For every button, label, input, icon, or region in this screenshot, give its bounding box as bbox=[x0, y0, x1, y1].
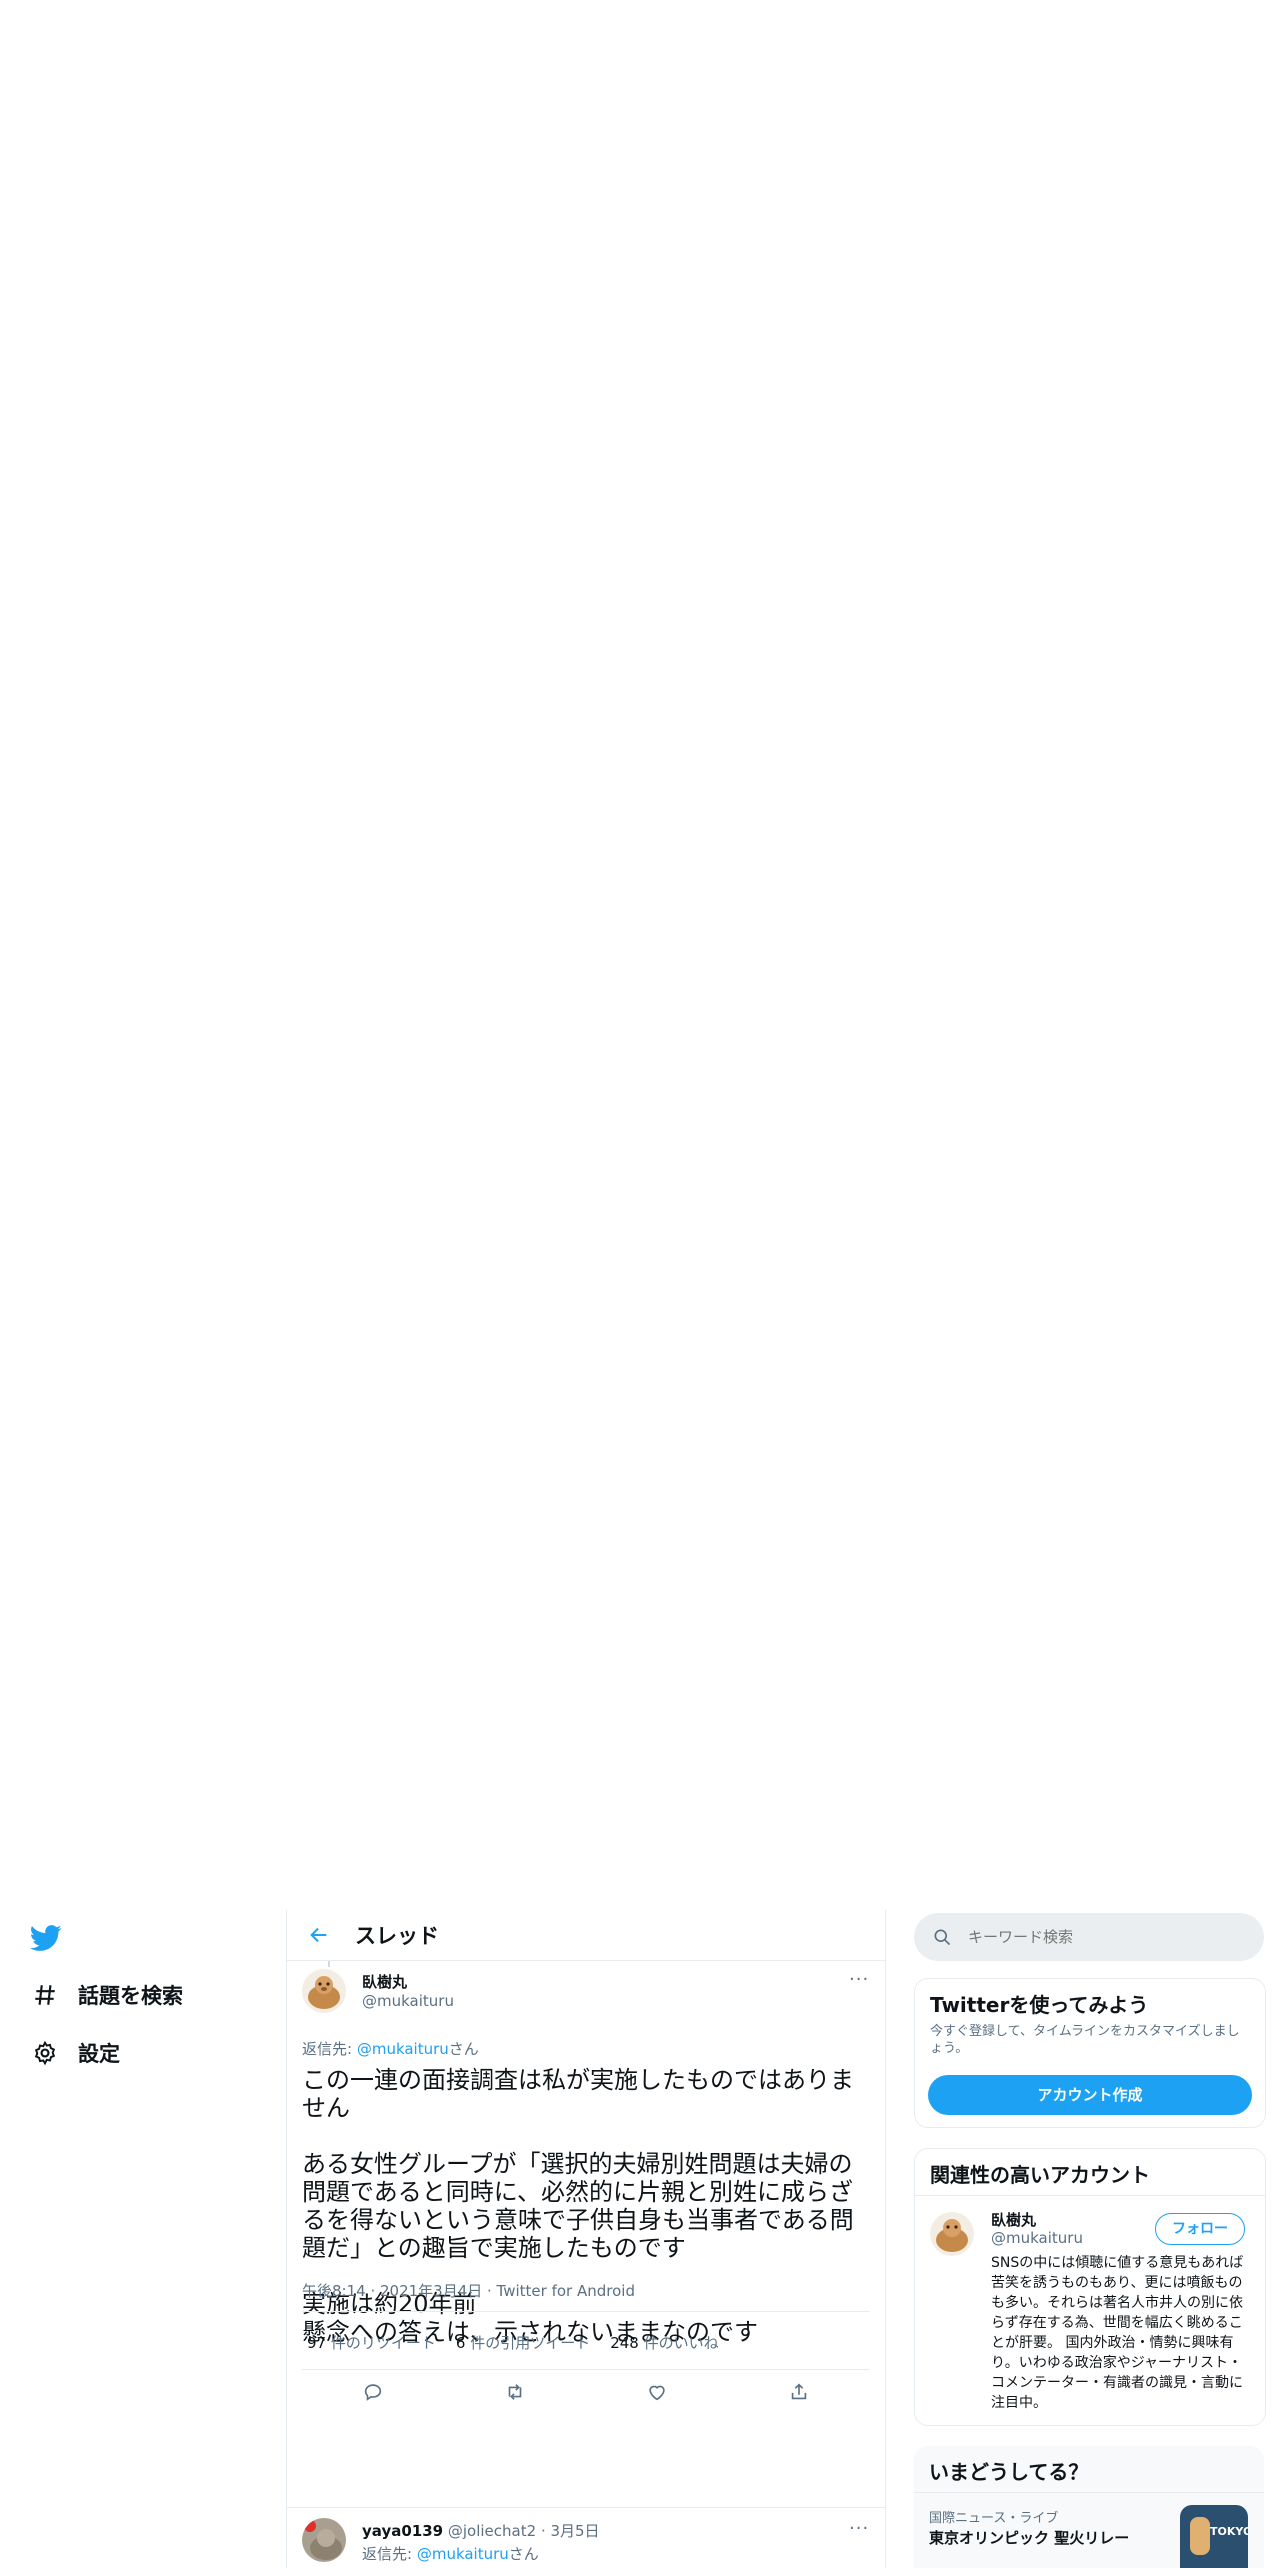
trend-category: 国際ニュース・ライブ bbox=[929, 2511, 1059, 2526]
trend-item[interactable]: 国際ニュース・ライブ 東京オリンピック 聖火リレー TOKYO bbox=[914, 2493, 1264, 2568]
reply-to-line: 返信先: @mukaituruさん bbox=[302, 2038, 479, 2059]
quotes-stat[interactable]: 6 件の引用ツイート bbox=[456, 2332, 590, 2353]
signup-title: Twitterを使ってみよう bbox=[930, 1993, 1149, 2017]
nav-settings-label: 設定 bbox=[78, 2042, 120, 2066]
signup-description: 今すぐ登録して、タイムラインをカスタマイズしましょう。 bbox=[930, 2024, 1240, 2056]
reply-to-link[interactable]: @mukaituru bbox=[357, 2040, 449, 2058]
related-handle[interactable]: @mukaituru bbox=[991, 2229, 1083, 2247]
create-account-button[interactable]: アカウント作成 bbox=[928, 2075, 1252, 2115]
avatar[interactable] bbox=[930, 2212, 974, 2256]
nav-explore[interactable]: 話題を検索 bbox=[32, 1977, 183, 2013]
thread-column: スレッド 臥樹丸 @mukaituru ··· 返信先: @mukaituruさ… bbox=[286, 1910, 886, 2568]
reply-to-line: 返信先: @mukaituruさん bbox=[362, 2543, 539, 2564]
search-input[interactable] bbox=[966, 1927, 1250, 1947]
reply-date[interactable]: · 3月5日 bbox=[541, 2522, 600, 2540]
heart-icon[interactable] bbox=[646, 2381, 668, 2403]
gear-icon bbox=[34, 2040, 56, 2066]
likes-stat[interactable]: 248 件のいいね bbox=[610, 2332, 718, 2353]
trends-card: いまどうしてる？ 国際ニュース・ライブ 東京オリンピック 聖火リレー TOKYO bbox=[914, 2446, 1264, 2568]
retweets-stat[interactable]: 97 件のリツイート bbox=[307, 2332, 436, 2353]
share-icon[interactable] bbox=[788, 2381, 810, 2403]
retweets-count: 97 bbox=[307, 2334, 327, 2352]
reply-header: yaya0139 @joliechat2 · 3月5日 bbox=[362, 2520, 600, 2541]
reply-icon[interactable] bbox=[362, 2381, 384, 2403]
twitter-logo-icon[interactable] bbox=[29, 1922, 62, 1954]
related-name[interactable]: 臥樹丸 bbox=[991, 2209, 1036, 2230]
avatar[interactable] bbox=[302, 2518, 346, 2562]
reply-author-handle[interactable]: @joliechat2 bbox=[448, 2522, 536, 2540]
reply-author-name[interactable]: yaya0139 bbox=[362, 2522, 443, 2540]
search-bar[interactable] bbox=[914, 1913, 1264, 1961]
tweet-actions bbox=[302, 2381, 870, 2403]
quotes-count: 6 bbox=[455, 2334, 466, 2352]
back-button[interactable] bbox=[299, 1924, 339, 1946]
reply-prefix: 返信先: bbox=[362, 2545, 417, 2563]
divider bbox=[302, 2311, 870, 2312]
more-options-icon[interactable]: ··· bbox=[849, 2518, 869, 2539]
likes-count: 248 bbox=[610, 2334, 639, 2352]
nav-explore-label: 話題を検索 bbox=[78, 1984, 183, 2008]
author-handle[interactable]: @mukaituru bbox=[362, 1992, 454, 2010]
torch-shape bbox=[1190, 2517, 1210, 2555]
thread-header: スレッド bbox=[287, 1910, 885, 1961]
search-icon bbox=[934, 1929, 951, 1946]
trends-title: いまどうしてる？ bbox=[929, 2460, 1089, 2484]
tweet-stats: 97 件のリツイート 6 件の引用ツイート 248 件のいいね bbox=[307, 2332, 719, 2353]
reply-prefix: 返信先: bbox=[302, 2040, 357, 2058]
related-title: 関連性の高いアカウント bbox=[930, 2163, 1150, 2187]
related-bio: SNSの中には傾聴に値する意見もあれば苦笑を誘うものもあり、更には噴飯ものも多い… bbox=[991, 2255, 1244, 2411]
trend-thumb-text: TOKYO bbox=[1210, 2525, 1248, 2538]
more-options-icon[interactable]: ··· bbox=[849, 1969, 869, 1990]
trend-headline: 東京オリンピック 聖火リレー bbox=[929, 2529, 1130, 2547]
quotes-label: 件の引用ツイート bbox=[465, 2334, 591, 2352]
retweet-icon[interactable] bbox=[504, 2381, 526, 2403]
divider bbox=[302, 2369, 870, 2370]
retweets-label: 件のリツイート bbox=[326, 2334, 436, 2352]
divider bbox=[915, 2195, 1265, 2196]
related-accounts-card: 関連性の高いアカウント 臥樹丸 @mukaituru フォロー SNSの中には傾… bbox=[914, 2148, 1266, 2426]
follow-button[interactable]: フォロー bbox=[1155, 2213, 1245, 2245]
divider bbox=[287, 2507, 885, 2508]
nav-settings[interactable]: 設定 bbox=[32, 2035, 120, 2071]
signup-card: Twitterを使ってみよう 今すぐ登録して、タイムラインをカスタマイズしましょ… bbox=[914, 1978, 1266, 2128]
trend-thumbnail: TOKYO bbox=[1180, 2505, 1248, 2568]
reply-suffix: さん bbox=[448, 2040, 479, 2058]
thread-connector-line bbox=[328, 1961, 330, 1967]
page-title: スレッド bbox=[355, 1924, 439, 1948]
author-name[interactable]: 臥樹丸 bbox=[362, 1971, 407, 1992]
likes-label: 件のいいね bbox=[638, 2334, 719, 2352]
hashtag-icon bbox=[35, 1985, 55, 2005]
back-arrow-icon bbox=[310, 1927, 327, 1943]
reply-suffix: さん bbox=[508, 2545, 539, 2563]
tweet-timestamp[interactable]: 午後8:14 · 2021年3月4日 · Twitter for Android bbox=[302, 2280, 635, 2301]
reply-to-link[interactable]: @mukaituru bbox=[417, 2545, 509, 2563]
avatar[interactable] bbox=[302, 1969, 346, 2013]
tweet-text: この一連の面接調査は私が実施したものではありません ある女性グループが「選択的夫… bbox=[302, 2066, 854, 2346]
